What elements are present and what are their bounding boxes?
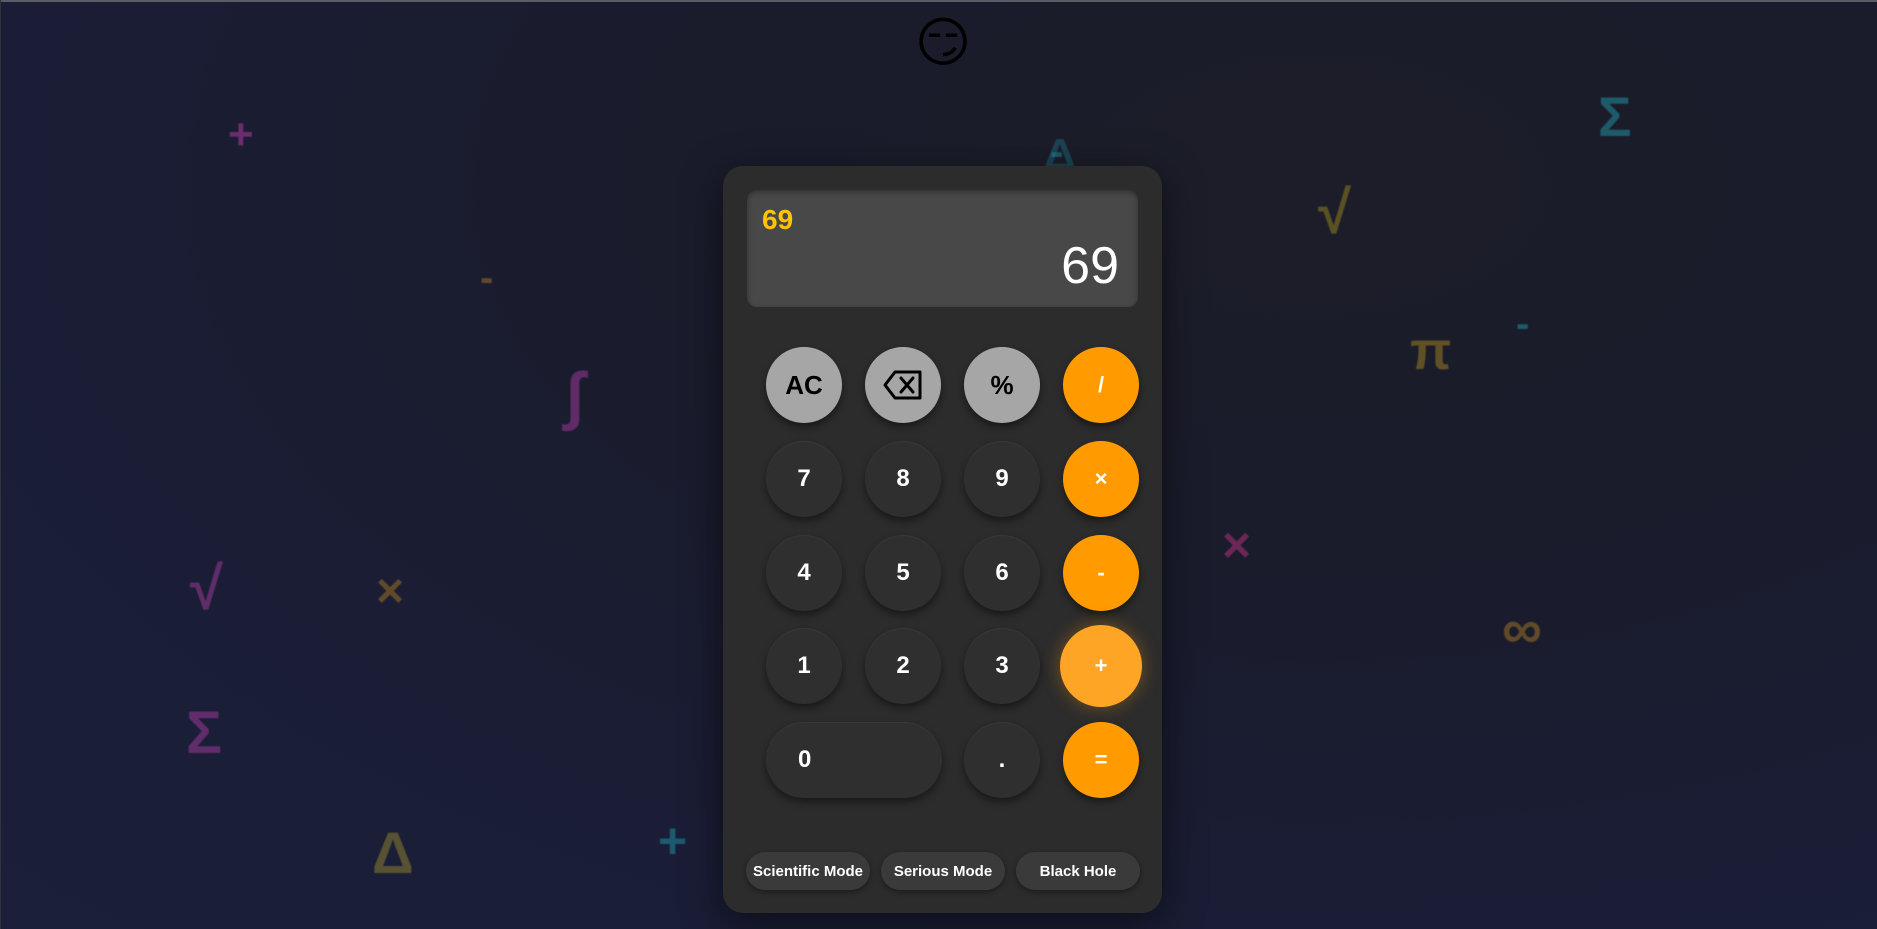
backspace-button[interactable] xyxy=(865,347,941,423)
digit-4-button[interactable]: 4 xyxy=(766,535,842,611)
bg-symbol: - xyxy=(480,256,494,300)
subtract-button[interactable]: - xyxy=(1063,535,1139,611)
black-hole-button[interactable]: Black Hole xyxy=(1016,852,1140,890)
window-left-border xyxy=(0,0,1,929)
digit-0-button[interactable]: 0 xyxy=(766,722,942,798)
bg-symbol: √ xyxy=(190,555,223,622)
scientific-mode-button[interactable]: Scientific Mode xyxy=(746,852,870,890)
backspace-icon xyxy=(883,370,922,400)
bg-symbol: √ xyxy=(1318,179,1351,246)
bg-symbol: Σ xyxy=(186,699,223,766)
bg-symbol: × xyxy=(376,565,405,618)
window-top-border xyxy=(0,0,1877,2)
digit-6-button[interactable]: 6 xyxy=(964,535,1040,611)
equals-button[interactable]: = xyxy=(1063,722,1139,798)
calculator-display: 69 69 xyxy=(747,190,1138,307)
percent-button[interactable]: % xyxy=(964,347,1040,423)
result-text: 69 xyxy=(1061,237,1119,295)
mood-emoji: 😏 xyxy=(914,11,972,74)
calculator: 69 69 AC % / 7 8 9 × 4 5 6 - 1 2 3 + 0 .… xyxy=(723,166,1162,913)
bg-symbol: - xyxy=(1516,302,1530,346)
all-clear-button[interactable]: AC xyxy=(766,347,842,423)
bg-symbol: Δ xyxy=(372,821,414,886)
digit-3-button[interactable]: 3 xyxy=(964,628,1040,704)
bg-symbol: + xyxy=(228,110,254,159)
bg-symbol: ∞ xyxy=(1502,597,1542,660)
bg-symbol: + xyxy=(658,813,688,869)
expression-text: 69 xyxy=(762,204,794,235)
digit-7-button[interactable]: 7 xyxy=(766,441,842,517)
divide-button[interactable]: / xyxy=(1063,347,1139,423)
bg-symbol: ∫ xyxy=(566,359,584,431)
digit-8-button[interactable]: 8 xyxy=(865,441,941,517)
digit-9-button[interactable]: 9 xyxy=(964,441,1040,517)
bg-symbol: π xyxy=(1410,321,1452,381)
serious-mode-button[interactable]: Serious Mode xyxy=(881,852,1005,890)
bg-symbol: × xyxy=(1222,517,1252,573)
multiply-button[interactable]: × xyxy=(1063,441,1139,517)
digit-1-button[interactable]: 1 xyxy=(766,628,842,704)
add-button[interactable]: + xyxy=(1060,625,1142,707)
digit-5-button[interactable]: 5 xyxy=(865,535,941,611)
decimal-button[interactable]: . xyxy=(964,722,1040,798)
digit-2-button[interactable]: 2 xyxy=(865,628,941,704)
bg-symbol: Σ xyxy=(1598,85,1632,148)
